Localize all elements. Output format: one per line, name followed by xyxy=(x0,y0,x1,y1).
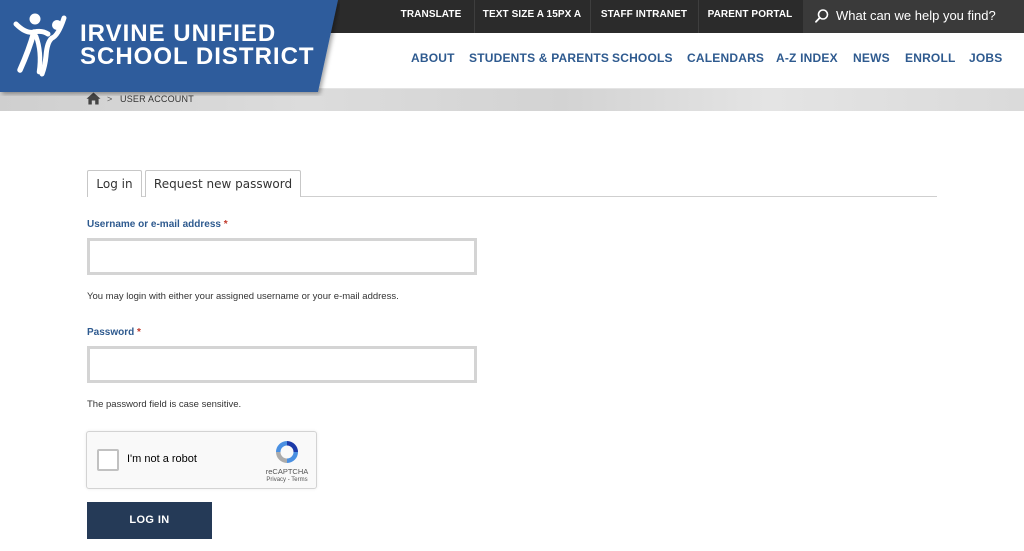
password-input[interactable] xyxy=(87,346,477,383)
search-icon[interactable] xyxy=(814,8,830,24)
text-size-control[interactable]: TEXT SIZE A 15PX A xyxy=(480,0,584,33)
recaptcha-logo-icon xyxy=(276,441,298,463)
logo-text-line2: SCHOOL DISTRICT xyxy=(80,43,315,70)
utility-separator xyxy=(474,0,475,33)
nav-students-parents[interactable]: STUDENTS & PARENTS xyxy=(469,51,609,65)
utility-separator xyxy=(698,0,699,33)
nav-jobs[interactable]: JOBS xyxy=(969,51,1002,65)
nav-schools[interactable]: SCHOOLS xyxy=(612,51,673,65)
people-figure-icon xyxy=(13,13,67,77)
nav-about[interactable]: ABOUT xyxy=(411,51,455,65)
nav-calendars[interactable]: CALENDARS xyxy=(687,51,764,65)
log-in-button[interactable]: LOG IN xyxy=(87,502,212,539)
nav-enroll[interactable]: ENROLL xyxy=(905,51,956,65)
password-help-text: The password field is case sensitive. xyxy=(87,399,242,410)
utility-separator xyxy=(590,0,591,33)
nav-a-z-index[interactable]: A-Z INDEX xyxy=(776,51,838,65)
username-input[interactable] xyxy=(87,238,477,275)
search-input[interactable]: What can we help you find? xyxy=(836,0,996,31)
password-label: Password * xyxy=(87,327,141,338)
parent-portal-link[interactable]: PARENT PORTAL xyxy=(704,0,796,33)
recaptcha-brand: reCAPTCHA xyxy=(265,467,309,476)
staff-intranet-link[interactable]: STAFF INTRANET xyxy=(596,0,692,33)
recaptcha-widget: I'm not a robot reCAPTCHA Privacy - Term… xyxy=(86,431,317,489)
tab-request-new-password[interactable]: Request new password xyxy=(145,170,301,197)
translate-link[interactable]: TRANSLATE xyxy=(392,0,470,33)
search-box[interactable]: What can we help you find? xyxy=(803,0,1024,33)
username-label: Username or e-mail address * xyxy=(87,219,228,230)
recaptcha-checkbox[interactable] xyxy=(97,449,119,471)
recaptcha-privacy-terms[interactable]: Privacy - Terms xyxy=(257,477,317,483)
required-marker: * xyxy=(223,219,228,230)
recaptcha-label: I'm not a robot xyxy=(127,453,197,465)
nav-news[interactable]: NEWS xyxy=(853,51,890,65)
tab-log-in[interactable]: Log in xyxy=(87,170,142,197)
username-help-text: You may login with either your assigned … xyxy=(87,291,399,302)
district-logo[interactable]: IRVINE UNIFIED SCHOOL DISTRICT xyxy=(0,0,340,96)
required-marker: * xyxy=(137,327,141,338)
